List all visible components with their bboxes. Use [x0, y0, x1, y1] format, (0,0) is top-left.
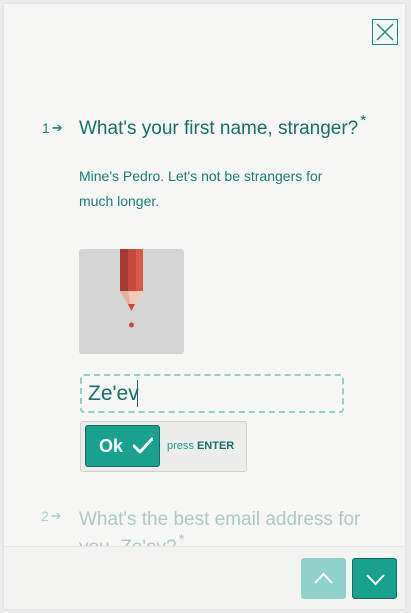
question-number-label: 2 [41, 508, 49, 524]
question-title: What's your first name, stranger? * [79, 112, 366, 140]
previous-question-button[interactable] [301, 558, 346, 599]
required-mark: * [360, 112, 367, 129]
bottom-navigation-bar [4, 546, 405, 609]
press-enter-hint: press ENTER [167, 440, 234, 452]
enter-key-label: ENTER [196, 440, 235, 452]
chevron-down-icon [366, 574, 385, 586]
question-number: 2 ➔ [41, 508, 62, 524]
ok-button[interactable]: Ok [85, 425, 160, 467]
arrow-right-icon: ➔ [51, 120, 63, 135]
ok-button-label: Ok [99, 435, 124, 456]
pencil-icon [120, 249, 143, 328]
question-title-text: What's your first name, stranger? [79, 118, 359, 139]
next-question-button[interactable] [352, 558, 397, 599]
question-number: 1 ➔ [42, 120, 63, 136]
chevron-up-icon [314, 572, 333, 584]
text-cursor [137, 380, 138, 407]
answer-input-field[interactable] [80, 374, 344, 413]
press-label: press [167, 440, 194, 452]
first-name-input[interactable] [82, 376, 342, 411]
question-image [79, 249, 184, 354]
arrow-right-icon: ➔ [50, 508, 62, 523]
question-description: Mine's Pedro. Let's not be strangers for… [79, 168, 323, 209]
typeform-frame: 1 ➔ What's your first name, stranger? * M… [4, 4, 405, 609]
question-number-label: 1 [42, 120, 50, 136]
ok-row: Ok press ENTER [80, 421, 247, 472]
checkmark-icon [133, 437, 154, 454]
close-icon [376, 23, 394, 41]
close-button[interactable] [372, 19, 398, 45]
